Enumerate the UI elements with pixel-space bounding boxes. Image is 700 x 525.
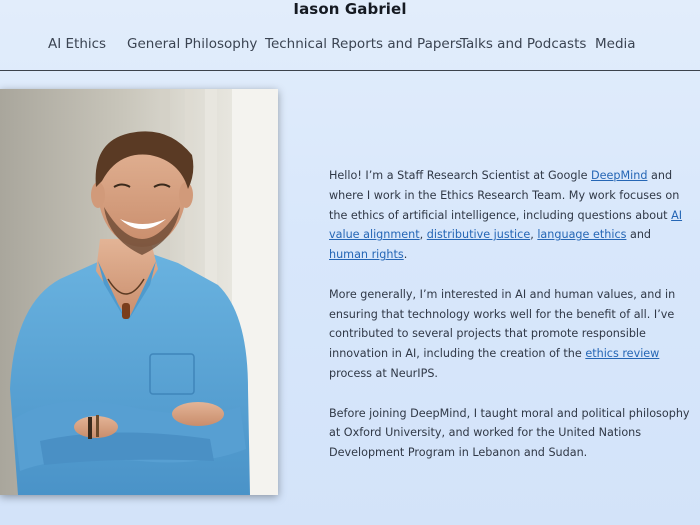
portrait-illustration — [0, 89, 278, 495]
language-ethics-link[interactable]: language ethics — [537, 228, 626, 241]
bio-text: Hello! I’m a Staff Research Scientist at… — [329, 169, 592, 182]
bio-text: , — [419, 228, 427, 242]
nav-talks-podcasts[interactable]: Talks and Podcasts — [460, 34, 586, 54]
bio-section: Hello! I’m a Staff Research Scientist at… — [329, 166, 693, 483]
bio-text: process at NeurIPS. — [329, 366, 438, 380]
header-divider — [0, 70, 700, 71]
nav-media[interactable]: Media — [595, 34, 636, 54]
nav-general-philosophy[interactable]: General Philosophy — [127, 34, 257, 54]
bio-paragraph-interests: More generally, I’m interested in AI and… — [329, 285, 693, 384]
nav-technical-reports[interactable]: Technical Reports and Papers — [265, 34, 462, 54]
portrait-photo — [0, 89, 278, 495]
nav-ai-ethics[interactable]: AI Ethics — [48, 34, 106, 54]
bio-paragraph-background: Before joining DeepMind, I taught moral … — [329, 406, 690, 460]
bio-paragraph-intro: Hello! I’m a Staff Research Scientist at… — [329, 166, 693, 265]
distributive-justice-link[interactable]: distributive justice — [427, 228, 530, 241]
deepmind-link[interactable]: DeepMind — [591, 169, 647, 182]
site-title[interactable]: Iason Gabriel — [0, 0, 700, 20]
bio-text: . — [403, 248, 408, 262]
main-nav: AI Ethics General Philosophy Technical R… — [0, 34, 700, 54]
bio-text: and — [626, 228, 652, 242]
ethics-review-link[interactable]: ethics review — [585, 347, 659, 360]
human-rights-link[interactable]: human rights — [329, 248, 404, 261]
